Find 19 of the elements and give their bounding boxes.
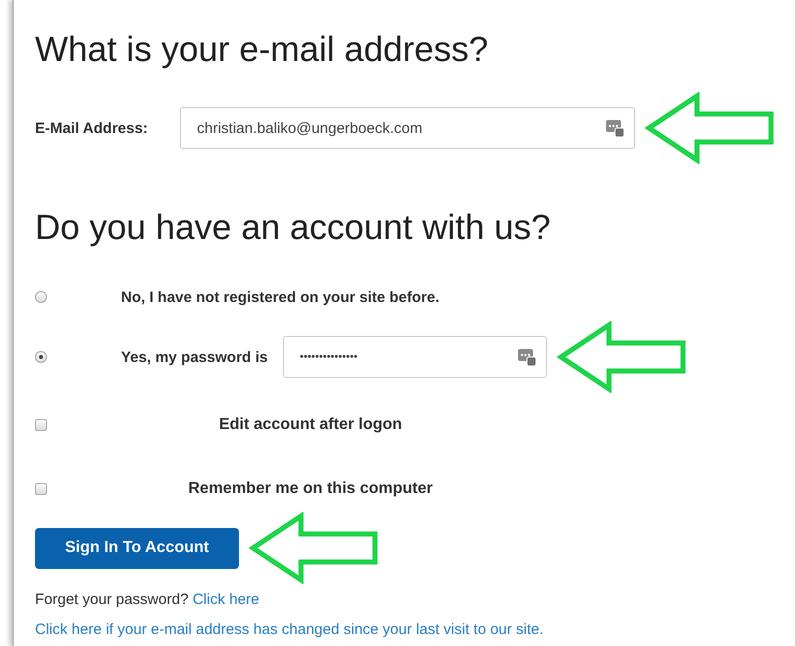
option-label: No, I have not registered on your site before.	[121, 288, 440, 306]
click-here-link[interactable]: Click here	[192, 591, 260, 608]
checkbox-label: Edit account after logon	[218, 416, 404, 434]
email-field[interactable]: christian.baliko@ungerboeck.com	[180, 107, 635, 149]
checkbox[interactable]	[35, 419, 47, 431]
checkbox[interactable]	[35, 483, 47, 495]
checkbox-label: Remember me on this computer	[187, 480, 434, 498]
sign-in-button[interactable]: Sign In To Account	[35, 528, 239, 568]
forgot-password-text: Forget your password? Click here	[35, 590, 260, 610]
dots-icon[interactable]	[606, 119, 624, 137]
email-changed-link[interactable]: Click here if your e-mail address has changed since your last visit to our site.	[35, 621, 544, 638]
radio-button[interactable]	[35, 351, 47, 363]
option-label: Yes, my password is	[121, 348, 268, 366]
field-label: E-Mail Address:	[35, 120, 149, 136]
radio-button[interactable]	[35, 291, 47, 303]
section-heading: What is your e-mail address?	[35, 29, 490, 71]
password-field[interactable]: •••••••••••••••	[282, 336, 547, 378]
section-heading: Do you have an account with us?	[35, 207, 552, 249]
dots-icon[interactable]	[518, 348, 536, 366]
